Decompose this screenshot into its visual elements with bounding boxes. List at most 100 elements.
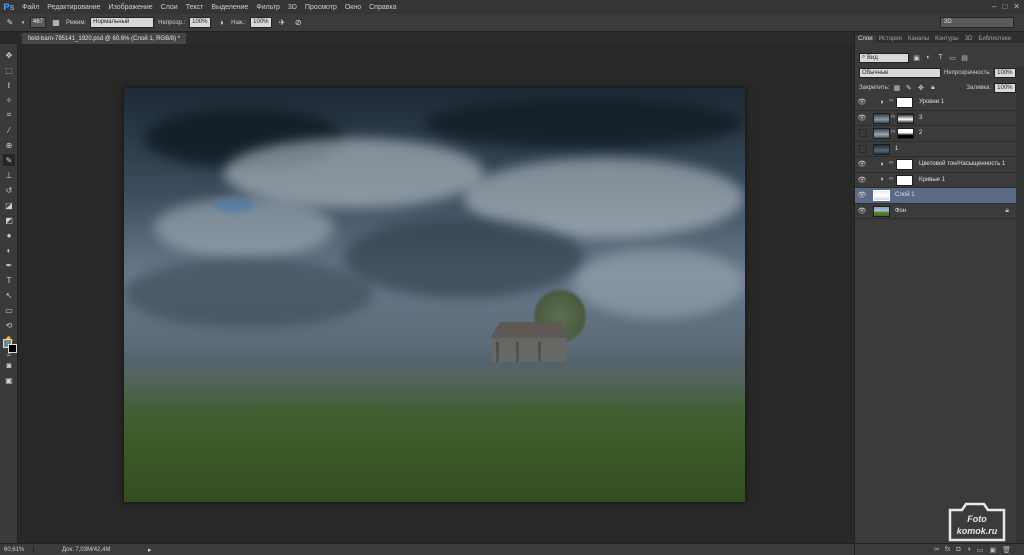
new-adjustment-icon[interactable]: ◑ (967, 546, 971, 553)
opacity-input[interactable]: 100% (189, 17, 212, 28)
eye-icon[interactable]: 👁︎ (857, 113, 867, 123)
eye-icon[interactable]: 👁︎ (857, 190, 867, 200)
eye-icon[interactable]: 👁︎ (857, 97, 867, 107)
tab-history[interactable]: История (876, 35, 905, 43)
3d-tool-icon[interactable]: ⟲ (3, 319, 15, 331)
healing-tool-icon[interactable]: ⊕ (3, 139, 15, 151)
smart-object-filter-icon[interactable]: ▤ (960, 53, 969, 62)
flow-input[interactable]: 100% (250, 17, 273, 28)
quick-mask-icon[interactable]: ◙ (3, 359, 15, 371)
tab-libraries[interactable]: Библиотеки (975, 35, 1014, 43)
panel-scrollbar[interactable] (1016, 66, 1024, 546)
layer-opacity-input[interactable]: 100% (994, 67, 1017, 78)
shape-tool-icon[interactable]: ▭ (3, 304, 15, 316)
layer-mask-thumbnail[interactable] (896, 174, 913, 186)
type-tool-icon[interactable]: T (3, 274, 15, 286)
layer-row[interactable]: 1 (855, 142, 1017, 157)
close-icon[interactable]: ✕ (1013, 2, 1020, 11)
shape-filter-icon[interactable]: ▭ (948, 53, 957, 62)
lock-transparent-icon[interactable]: ▦ (892, 83, 901, 92)
layer-thumbnail[interactable] (873, 128, 890, 139)
layer-row[interactable]: 👁︎ ◑ ∞ Цветовой тон/Насыщенность 1 (855, 157, 1017, 173)
trash-icon[interactable]: 🗑︎ (1002, 546, 1011, 554)
layer-thumbnail[interactable] (873, 205, 890, 217)
layer-mask-thumbnail[interactable] (897, 112, 914, 124)
eye-icon[interactable]: 👁︎ (857, 159, 867, 169)
blend-mode-select[interactable]: Обычные (859, 67, 941, 78)
pen-tool-icon[interactable]: ✒ (3, 259, 15, 271)
menu-select[interactable]: Выделение (207, 4, 252, 11)
minimize-icon[interactable]: – (992, 2, 996, 11)
chevron-right-icon[interactable]: ▸ (148, 546, 152, 554)
crop-tool-icon[interactable]: ⌗ (3, 109, 15, 121)
gradient-tool-icon[interactable]: ◩ (3, 214, 15, 226)
chevron-down-icon[interactable]: ▾ (20, 17, 26, 29)
marquee-tool-icon[interactable]: ⬚ (3, 64, 15, 76)
layer-row-selected[interactable]: 👁︎ Слой 1 (855, 188, 1017, 204)
adjustment-filter-icon[interactable]: ◐ (924, 53, 933, 62)
tab-paths[interactable]: Контуры (932, 35, 962, 43)
mode-select[interactable]: Нормальный (90, 17, 155, 28)
new-layer-icon[interactable]: ▣ (989, 546, 996, 554)
layer-thumbnail[interactable] (873, 143, 890, 155)
eraser-tool-icon[interactable]: ◪ (3, 199, 15, 211)
history-brush-icon[interactable]: ↺ (3, 184, 15, 196)
quick-select-tool-icon[interactable]: ✧ (3, 94, 15, 106)
add-mask-icon[interactable]: ◘ (956, 546, 960, 553)
layer-row[interactable]: 👁︎ ◑ ∞ Уровни 1 (855, 95, 1017, 111)
menu-3d[interactable]: 3D (284, 4, 301, 11)
menu-image[interactable]: Изображение (105, 4, 157, 11)
lasso-tool-icon[interactable]: ℓ (3, 79, 15, 91)
brush-tool-icon[interactable]: ✎ (4, 17, 16, 29)
maximize-icon[interactable]: □ (1002, 2, 1007, 11)
menu-help[interactable]: Справка (365, 4, 400, 11)
fx-icon[interactable]: fx (945, 546, 950, 553)
lock-pixels-icon[interactable]: ✎ (904, 83, 913, 92)
stamp-tool-icon[interactable]: ⊥ (3, 169, 15, 181)
layer-row[interactable]: 👁︎ ∞ 3 (855, 111, 1017, 126)
fill-input[interactable]: 100% (994, 82, 1017, 93)
menu-view[interactable]: Просмотр (301, 4, 341, 11)
layer-row[interactable]: ∞ 2 (855, 126, 1017, 142)
lock-all-icon[interactable]: 🔒︎ (928, 83, 937, 92)
layer-thumbnail[interactable] (873, 190, 890, 201)
layer-filter-select[interactable]: ⌕ Вид (859, 52, 909, 63)
zoom-level[interactable]: 60,61% (0, 546, 34, 553)
pixel-filter-icon[interactable]: ▣ (912, 53, 921, 62)
brush-size-picker[interactable]: 467 (30, 17, 46, 28)
tab-3d[interactable]: 3D (962, 35, 976, 43)
layer-row[interactable]: 👁︎ ◑ ∞ Кривые 1 (855, 173, 1017, 188)
menu-file[interactable]: Файл (18, 4, 43, 11)
layer-mask-thumbnail[interactable] (896, 159, 913, 170)
menu-window[interactable]: Окно (341, 4, 365, 11)
layer-row[interactable]: 👁︎ Фон 🔒︎ (855, 204, 1017, 219)
document-image[interactable] (124, 88, 745, 502)
lock-position-icon[interactable]: ✥ (916, 83, 925, 92)
link-layers-icon[interactable]: ∞ (934, 546, 939, 553)
opacity-pressure-icon[interactable]: ◑ (215, 17, 227, 29)
pressure-size-icon[interactable]: ⊘ (292, 17, 304, 29)
airbrush-icon[interactable]: ✈ (276, 17, 288, 29)
path-select-tool-icon[interactable]: ↖ (3, 289, 15, 301)
tab-layers[interactable]: Слои (855, 35, 876, 43)
layer-mask-thumbnail[interactable] (897, 128, 914, 139)
brush-tool-icon[interactable]: ✎ (3, 154, 15, 166)
workspace-select[interactable]: 3D (940, 17, 1014, 28)
type-filter-icon[interactable]: T (936, 53, 945, 62)
brush-panel-icon[interactable]: ▦ (50, 17, 62, 29)
screen-mode-icon[interactable]: ▣ (3, 374, 15, 386)
visibility-toggle[interactable] (859, 144, 867, 153)
eye-icon[interactable]: 👁︎ (857, 206, 867, 216)
eyedropper-tool-icon[interactable]: ⁄ (3, 124, 15, 136)
menu-layers[interactable]: Слои (157, 4, 182, 11)
move-tool-icon[interactable]: ✥ (3, 49, 15, 61)
tab-channels[interactable]: Каналы (905, 35, 932, 43)
visibility-toggle[interactable] (859, 129, 867, 138)
menu-edit[interactable]: Редактирование (43, 4, 104, 11)
background-color-swatch[interactable] (8, 344, 17, 353)
layer-thumbnail[interactable] (873, 112, 890, 124)
menu-filter[interactable]: Фильтр (252, 4, 284, 11)
document-tab[interactable]: field-barn-795141_1920.psd @ 60,6% (Слой… (22, 33, 187, 44)
layer-mask-thumbnail[interactable] (896, 97, 913, 108)
blur-tool-icon[interactable]: ● (3, 229, 15, 241)
